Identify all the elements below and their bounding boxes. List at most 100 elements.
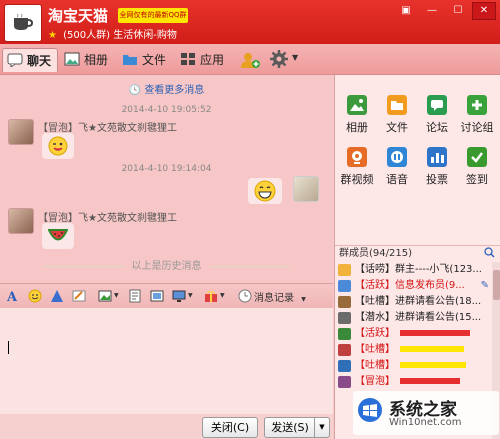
- view-more-messages-link[interactable]: 🕓 查看更多消息: [0, 81, 333, 96]
- video-icon: [347, 147, 367, 167]
- chevron-down-icon[interactable]: ▼: [220, 292, 225, 299]
- app-vote[interactable]: 投票: [417, 147, 457, 187]
- input-toolbar: A ▼ ▼ ▼ 消息记录 ▼: [0, 283, 333, 308]
- member-avatar-icon: [338, 360, 351, 372]
- chevron-down-icon[interactable]: ▼: [292, 53, 298, 62]
- app-voice[interactable]: 语音: [377, 147, 417, 187]
- send-button[interactable]: 发送(S): [264, 417, 316, 438]
- message-record-label: 消息记录: [254, 293, 294, 304]
- chevron-down-icon[interactable]: ▼: [114, 292, 119, 299]
- image-icon[interactable]: [98, 289, 112, 303]
- folder-icon: [123, 55, 137, 65]
- app-label: 讨论组: [460, 121, 494, 134]
- tab-apps[interactable]: 应用: [176, 48, 230, 72]
- member-avatar-icon: [338, 296, 351, 308]
- app-album[interactable]: 相册: [337, 95, 377, 135]
- app-label: 论坛: [426, 121, 448, 134]
- svg-text:A: A: [6, 290, 18, 303]
- app-label: 群视频: [340, 173, 374, 186]
- tab-file[interactable]: 文件: [118, 48, 172, 72]
- app-label: 相册: [346, 121, 368, 134]
- sender-nickname: 飞★文苑散文刹毽狸工: [78, 213, 177, 224]
- member-tag: 【吐槽】: [355, 360, 395, 371]
- forum-icon: [427, 95, 447, 115]
- scroll-thumb[interactable]: [493, 270, 500, 300]
- tab-label: 文件: [142, 53, 167, 67]
- add-member-icon[interactable]: [240, 51, 260, 69]
- album-icon: [64, 52, 80, 66]
- member-item[interactable]: 【吐槽】进群请看公告(18...: [335, 294, 491, 310]
- app-forum[interactable]: 论坛: [417, 95, 457, 135]
- maximize-button[interactable]: ☐: [446, 2, 470, 20]
- tab-label: 聊天: [27, 54, 52, 68]
- member-item[interactable]: 【活跃】: [335, 326, 491, 342]
- sender-name[interactable]: 【冒泡】飞★文苑散文刹毽狸工: [38, 119, 177, 134]
- emoji-icon[interactable]: [28, 289, 42, 303]
- app-checkin[interactable]: 签到: [457, 147, 497, 187]
- clock-icon: 🕓: [128, 85, 142, 96]
- history-clock-icon: [238, 289, 252, 303]
- tab-chat[interactable]: 聊天: [2, 48, 59, 72]
- wink-emoji-icon: [48, 136, 68, 156]
- watermelon-emoji-icon: [48, 229, 68, 241]
- member-name: 信息发布员(9...: [395, 280, 465, 291]
- member-item[interactable]: 【吐槽】: [335, 342, 491, 358]
- screenshot-icon[interactable]: [150, 289, 164, 303]
- group-info: ★ (500人群) 生活休闲-购物: [48, 26, 177, 41]
- chevron-down-icon[interactable]: ▼: [188, 292, 193, 299]
- sender-avatar[interactable]: [8, 208, 34, 234]
- send-options-button[interactable]: ▼: [314, 417, 330, 438]
- redacted-name: [400, 330, 471, 336]
- members-count: 群成员(94/215): [339, 248, 412, 259]
- app-file[interactable]: 文件: [377, 95, 417, 135]
- member-avatar-icon: [338, 344, 351, 356]
- message-bubble: [42, 133, 74, 159]
- message-input[interactable]: [0, 308, 333, 414]
- app-discussion[interactable]: 讨论组: [457, 95, 497, 135]
- grin-emoji-icon: [254, 180, 276, 202]
- app-group-video[interactable]: 群视频: [337, 147, 377, 187]
- my-avatar[interactable]: [293, 176, 319, 202]
- font-icon[interactable]: A: [6, 289, 20, 303]
- app-label: 语音: [386, 173, 408, 186]
- gift-icon[interactable]: [204, 289, 218, 303]
- edit-icon[interactable]: ✎: [481, 278, 489, 294]
- message-time: 2014-4-10 19:14:04: [121, 164, 212, 174]
- note-icon[interactable]: [128, 289, 142, 303]
- folder-icon: [387, 95, 407, 115]
- app-label: 投票: [426, 173, 448, 186]
- group-avatar[interactable]: [4, 4, 42, 42]
- close-button[interactable]: 关闭(C): [202, 417, 258, 438]
- chevron-down-icon: ▼: [319, 423, 325, 431]
- member-name: 进群请看公告(18...: [395, 296, 482, 307]
- member-item[interactable]: 【冒泡】: [335, 374, 491, 390]
- view-more-label: 查看更多消息: [144, 85, 205, 96]
- discussion-icon: [467, 95, 487, 115]
- tab-album[interactable]: 相册: [60, 48, 114, 72]
- skin-button[interactable]: ▣: [394, 2, 418, 20]
- members-header: 群成员(94/215): [335, 245, 500, 262]
- member-item[interactable]: 【吐槽】: [335, 358, 491, 374]
- member-item[interactable]: 【活跃】信息发布员(9... ✎: [335, 278, 491, 294]
- member-tag: 【活跃】: [355, 328, 395, 339]
- shake-icon[interactable]: [72, 289, 86, 303]
- member-tag: 【吐槽】: [355, 296, 395, 307]
- search-icon[interactable]: [484, 247, 495, 258]
- sender-avatar[interactable]: [8, 119, 34, 145]
- close-window-button[interactable]: ✕: [472, 2, 496, 20]
- message-record-button[interactable]: 消息记录 ▼: [254, 289, 306, 304]
- member-tag: 【吐槽】: [355, 344, 395, 355]
- minimize-button[interactable]: —: [420, 2, 444, 20]
- settings-gear-icon[interactable]: [270, 50, 288, 68]
- group-apps: 相册 文件 论坛 讨论组 群视频 语音 投票 签到: [335, 75, 500, 245]
- member-tag: 【话唠】: [355, 264, 395, 275]
- member-avatar-icon: [338, 280, 351, 292]
- member-item[interactable]: 【话唠】群主----小飞(123...: [335, 262, 491, 278]
- tab-label: 应用: [200, 53, 225, 67]
- sender-nickname: 飞★文苑散文刹毽狸工: [78, 123, 177, 134]
- member-name: 进群请看公告(15...: [395, 312, 482, 323]
- monitor-icon[interactable]: [172, 289, 186, 303]
- member-item[interactable]: 【潜水】进群请看公告(15...: [335, 310, 491, 326]
- sender-name[interactable]: 【冒泡】飞★文苑散文刹毽狸工: [38, 209, 177, 224]
- magic-icon[interactable]: [50, 289, 64, 303]
